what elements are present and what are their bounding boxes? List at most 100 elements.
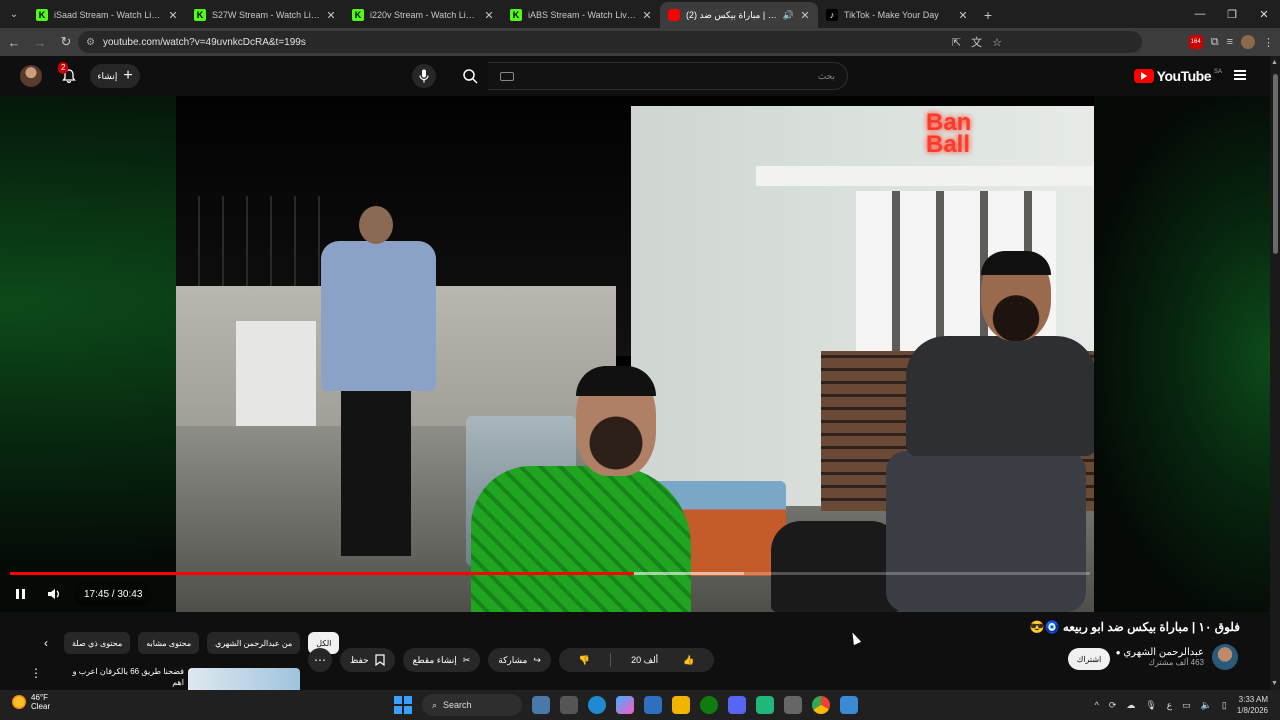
install-icon[interactable]: ⇱ — [952, 36, 961, 49]
cloud-icon[interactable]: ☁ — [1126, 700, 1135, 711]
theater-mode-button[interactable] — [1200, 582, 1224, 606]
xbox-icon[interactable] — [700, 696, 718, 714]
subscribe-button[interactable]: اشتراك — [1068, 648, 1110, 670]
subscriber-count: 463 ألف مشترك — [1148, 658, 1204, 667]
close-icon[interactable]: ✕ — [482, 9, 496, 22]
like-button[interactable]: 20 ألف 👍 — [611, 648, 714, 672]
autoplay-icon — [1106, 588, 1130, 600]
autoplay-toggle[interactable] — [1106, 582, 1130, 606]
dislike-button[interactable]: 👎 — [559, 648, 610, 672]
clip-button[interactable]: إنشاء مقطع ✂ — [402, 648, 481, 672]
task-view-icon[interactable] — [560, 696, 578, 714]
close-icon[interactable]: ✕ — [798, 9, 812, 22]
browser-tab-active[interactable]: (2) فلوق ١٠ | مباراة بيكس ضد 🔊 ✕ — [660, 2, 818, 28]
close-icon[interactable]: ✕ — [956, 9, 970, 22]
chevron-up-icon[interactable]: ^ — [1095, 700, 1099, 710]
browser-tab[interactable]: ♪ TikTok - Make Your Day ✕ — [818, 2, 976, 28]
weather-widget[interactable]: 46°F Clear — [12, 693, 50, 711]
maximize-icon[interactable]: ❐ — [1216, 0, 1248, 28]
speaker-icon[interactable]: 🔈 — [1201, 700, 1212, 711]
microphone-icon[interactable]: 🎙 — [1145, 700, 1156, 711]
search-icon[interactable] — [452, 62, 488, 90]
app-icon[interactable] — [756, 696, 774, 714]
tab-search-icon[interactable]: ⌄ — [0, 0, 28, 28]
discord-icon[interactable] — [728, 696, 746, 714]
extensions-puzzle-icon[interactable]: ⧉ — [1211, 36, 1219, 49]
language-indicator[interactable]: ع — [1167, 700, 1172, 711]
chip-related[interactable]: محتوى ذي صلة — [64, 632, 131, 654]
search-input[interactable]: بحث — [488, 62, 848, 90]
tools-icon[interactable] — [784, 696, 802, 714]
recommendation-title[interactable]: فضحنا طريق 66 بالكرفان اعرب و اهم — [64, 666, 184, 688]
sync-icon[interactable]: ⟳ — [1109, 700, 1117, 711]
speaker-icon[interactable]: 🔊 — [783, 10, 794, 21]
channel-name[interactable]: عبدالرحمن الشهري ● — [1116, 647, 1204, 658]
channel-avatar[interactable] — [1212, 644, 1238, 670]
network-icon[interactable]: ▭ — [1182, 700, 1191, 711]
scrollbar-thumb[interactable] — [1273, 74, 1278, 254]
close-icon[interactable]: ✕ — [640, 9, 654, 22]
chip-similar[interactable]: محتوى مشابه — [138, 632, 200, 654]
video-player[interactable]: Ban Ball 17:45 / 30:43 ⚙ ⤢ — [0, 96, 1270, 612]
settings-button[interactable]: ⚙ — [1168, 582, 1192, 606]
guide-menu-icon[interactable] — [1234, 70, 1246, 80]
browser-tab[interactable]: K iABS Stream - Watch Live on Kick ✕ — [502, 2, 660, 28]
scroll-down-icon[interactable]: ▼ — [1271, 680, 1278, 687]
chevron-left-icon[interactable]: ‹ — [36, 636, 56, 650]
widgets-icon[interactable] — [532, 696, 550, 714]
windows-start-icon[interactable] — [394, 696, 412, 714]
vpn-shield-icon[interactable] — [840, 696, 858, 714]
chrome-icon[interactable] — [812, 696, 830, 714]
chip-from-channel[interactable]: من عبدالرحمن الشهري — [207, 632, 301, 654]
subtitles-button[interactable] — [1136, 582, 1160, 606]
browser-tab[interactable]: K iSaad Stream - Watch Live on Kick ✕ — [28, 2, 186, 28]
voice-search-icon[interactable] — [412, 64, 436, 88]
page-scrollbar[interactable]: ▲ ▼ — [1270, 56, 1280, 690]
more-actions-button[interactable]: ⋯ — [308, 648, 332, 672]
account-avatar[interactable] — [20, 65, 42, 87]
volume-button[interactable] — [42, 582, 66, 606]
taskbar-search[interactable]: ⌕ Search — [422, 694, 522, 716]
edge-icon[interactable] — [588, 696, 606, 714]
file-explorer-icon[interactable] — [672, 696, 690, 714]
back-icon[interactable]: ← — [2, 30, 26, 54]
recommendation-thumbnail[interactable] — [188, 668, 300, 690]
video-frame[interactable]: Ban Ball — [176, 96, 1096, 612]
create-button[interactable]: إنشاء + — [90, 64, 140, 88]
forward-icon[interactable]: → — [28, 30, 52, 54]
translate-icon[interactable]: 文 — [971, 34, 982, 50]
browser-tab[interactable]: K S27W Stream - Watch Live on Kick ✕ — [186, 2, 344, 28]
close-icon[interactable]: ✕ — [166, 9, 180, 22]
reload-icon[interactable]: ↻ — [54, 30, 78, 54]
progress-bar[interactable] — [10, 572, 1090, 575]
clock[interactable]: 3:33 AM 1/8/2026 — [1237, 694, 1268, 716]
channel-info[interactable]: عبدالرحمن الشهري ● 463 ألف مشترك — [1116, 644, 1238, 670]
extension-icon[interactable]: 164 — [1188, 35, 1203, 49]
copilot-icon[interactable] — [616, 696, 634, 714]
scroll-up-icon[interactable]: ▲ — [1271, 59, 1278, 66]
keyboard-icon[interactable] — [500, 71, 514, 81]
recommendation-item[interactable]: ⋮ فضحنا طريق 66 بالكرفان اعرب و اهم — [30, 666, 300, 690]
more-vert-icon[interactable]: ⋮ — [30, 666, 42, 680]
save-button[interactable]: حفظ — [340, 648, 395, 672]
search-placeholder: بحث — [817, 70, 835, 81]
new-tab-button[interactable]: + — [976, 2, 1000, 28]
browser-menu-icon[interactable]: ⋮ — [1263, 36, 1274, 49]
browser-tab[interactable]: K i220v Stream - Watch Live on Kick ✕ — [344, 2, 502, 28]
fullscreen-button[interactable]: ⤢ — [1232, 582, 1256, 606]
profile-avatar[interactable] — [1241, 35, 1255, 49]
minimize-icon[interactable]: — — [1184, 0, 1216, 28]
site-info-icon[interactable]: ⚙ — [86, 37, 95, 48]
pause-button[interactable] — [8, 582, 32, 606]
battery-icon[interactable]: ▯ — [1222, 700, 1227, 711]
store-icon[interactable] — [644, 696, 662, 714]
share-button[interactable]: مشاركة ↪ — [488, 648, 551, 672]
tab-title: iABS Stream - Watch Live on Kick — [528, 10, 636, 20]
close-window-icon[interactable]: ✕ — [1248, 0, 1280, 28]
media-controls-icon[interactable]: ≡ — [1227, 36, 1233, 48]
youtube-logo[interactable]: YouTube SA — [1133, 68, 1222, 84]
bookmark-star-icon[interactable]: ☆ — [992, 36, 1002, 49]
address-bar[interactable]: ⚙ youtube.com/watch?v=49uvnkcDcRA&t=199s… — [78, 31, 1142, 53]
gear-icon: ⚙ — [1174, 586, 1186, 601]
close-icon[interactable]: ✕ — [324, 9, 338, 22]
